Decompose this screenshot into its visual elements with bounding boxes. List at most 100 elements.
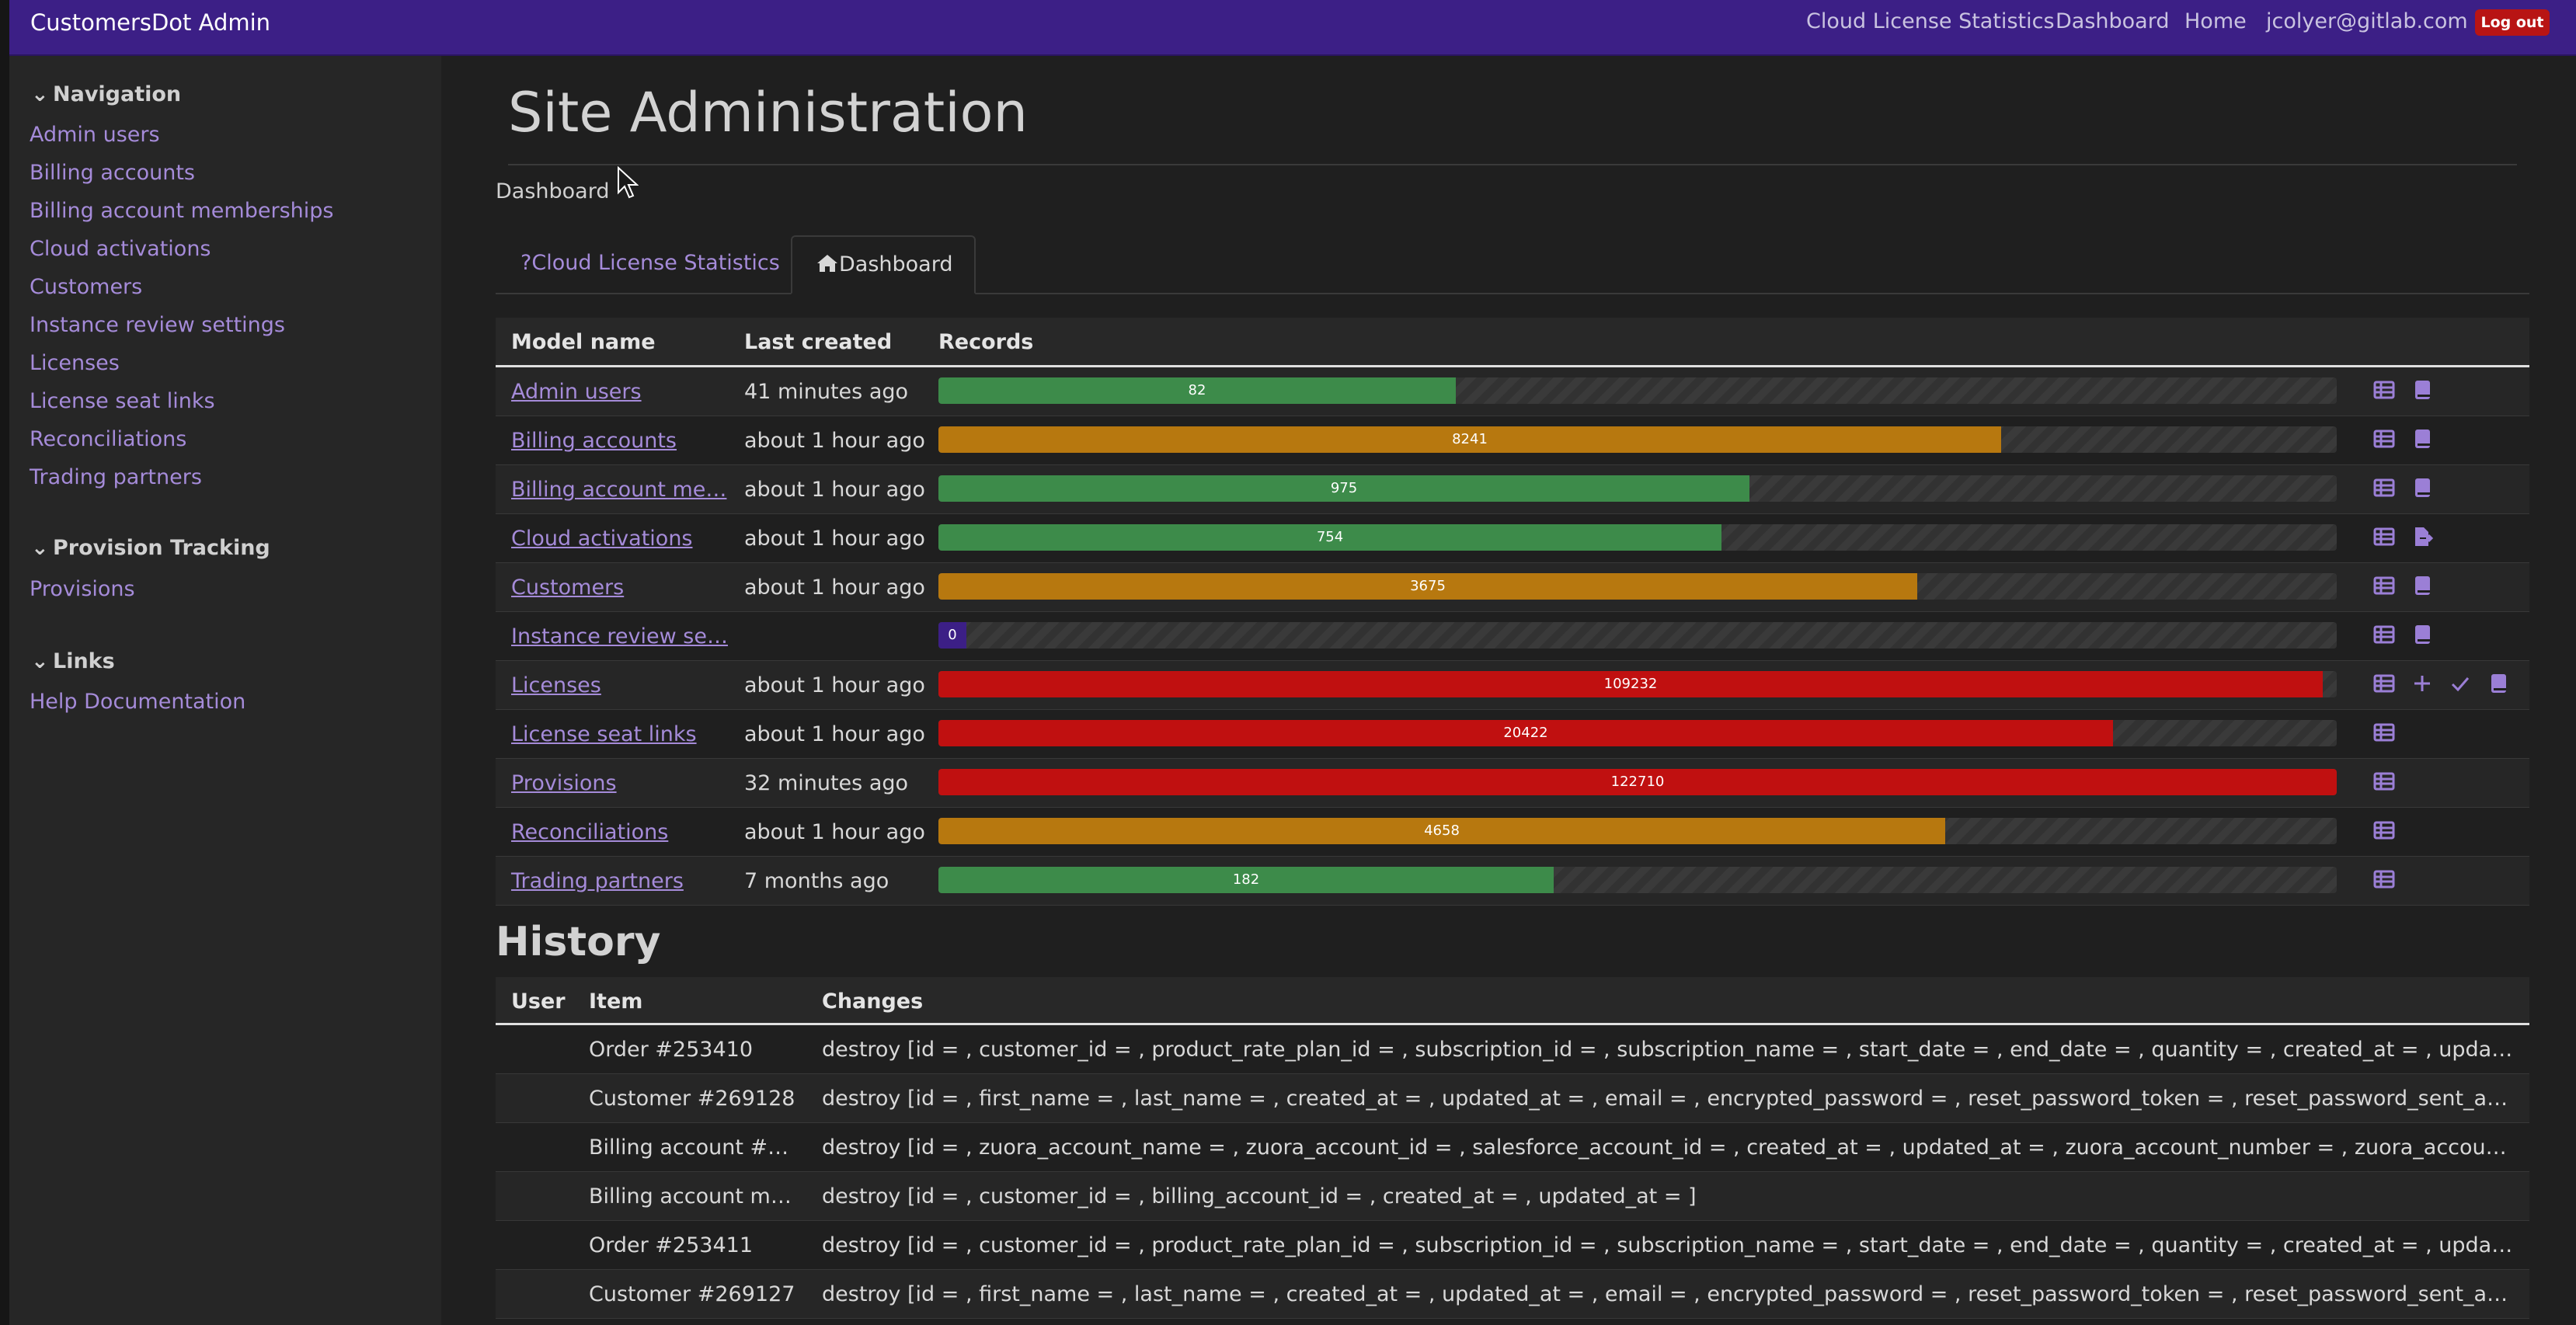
sidebar-item-instance-review-settings[interactable]: Instance review settings (30, 313, 285, 337)
book-icon[interactable] (2411, 476, 2437, 503)
history-changes: destroy [id = , zuora_account_name = , z… (822, 1135, 2515, 1160)
window-edge (0, 0, 9, 1325)
records-progress-bar: 182 (938, 867, 2337, 893)
list-icon[interactable] (2372, 427, 2399, 454)
list-icon[interactable] (2372, 770, 2399, 796)
model-link[interactable]: Provisions (511, 771, 617, 795)
model-link[interactable]: Trading partners (511, 869, 684, 893)
logout-button[interactable]: Log out (2475, 9, 2550, 36)
model-link[interactable]: Cloud activations (511, 527, 693, 551)
sidebar-item-cloud-activations[interactable]: Cloud activations (30, 237, 211, 261)
records-count: 4658 (938, 818, 1945, 844)
sidebar-heading-links[interactable]: ⌄ Links (31, 649, 115, 673)
records-progress-bar: 0 (938, 622, 2337, 649)
model-link[interactable]: Licenses (511, 673, 601, 697)
list-icon[interactable] (2372, 868, 2399, 894)
plus-icon[interactable] (2411, 672, 2437, 698)
last-created-value: about 1 hour ago (744, 576, 925, 600)
table-header: Model name Last created Records (496, 318, 2529, 367)
history-item: Order #253411 (589, 1233, 754, 1257)
file-import-icon[interactable] (2411, 525, 2437, 551)
nav-user-email[interactable]: jcolyer@gitlab.com (2266, 9, 2468, 33)
list-icon[interactable] (2372, 623, 2399, 649)
history-item: Billing account #4… (589, 1135, 799, 1160)
records-progress-bar: 975 (938, 475, 2337, 502)
list-icon[interactable] (2372, 819, 2399, 845)
last-created-value: about 1 hour ago (744, 820, 925, 844)
book-icon[interactable] (2411, 378, 2437, 405)
list-icon[interactable] (2372, 721, 2399, 747)
book-icon[interactable] (2411, 427, 2437, 454)
table-row: License seat links about 1 hour ago 20422 (496, 710, 2529, 759)
last-created-value: about 1 hour ago (744, 527, 925, 551)
column-header-model-name: Model name (511, 330, 656, 354)
records-progress-bar: 3675 (938, 573, 2337, 600)
records-count: 82 (938, 377, 1456, 404)
records-progress-bar: 122710 (938, 769, 2337, 795)
book-icon[interactable] (2411, 574, 2437, 600)
model-link[interactable]: Billing account me… (511, 478, 726, 502)
title-divider (508, 164, 2517, 165)
chevron-down-icon: ⌄ (31, 649, 49, 673)
book-icon[interactable] (2411, 623, 2437, 649)
sidebar-item-billing-account-memberships[interactable]: Billing account memberships (30, 199, 333, 223)
sidebar-item-admin-users[interactable]: Admin users (30, 123, 160, 147)
table-row: Instance review se… 0 (496, 612, 2529, 661)
sidebar-item-provisions[interactable]: Provisions (30, 577, 135, 601)
sidebar-item-customers[interactable]: Customers (30, 275, 142, 299)
sidebar-item-help-documentation[interactable]: Help Documentation (30, 690, 245, 714)
table-row: Billing account me… about 1 hour ago 975 (496, 465, 2529, 514)
table-row: Cloud activations about 1 hour ago 754 (496, 514, 2529, 563)
nav-home[interactable]: Home (2184, 9, 2247, 33)
list-icon[interactable] (2372, 476, 2399, 503)
last-created-value: about 1 hour ago (744, 429, 925, 453)
last-created-value: about 1 hour ago (744, 673, 925, 697)
tab-dashboard[interactable]: Dashboard (791, 235, 976, 294)
sidebar-item-trading-partners[interactable]: Trading partners (30, 465, 202, 489)
sidebar-item-licenses[interactable]: Licenses (30, 351, 120, 375)
list-icon[interactable] (2372, 574, 2399, 600)
sidebar-item-billing-accounts[interactable]: Billing accounts (30, 161, 195, 185)
column-header-item: Item (589, 989, 643, 1014)
records-count: 3675 (938, 573, 1917, 600)
history-item: Customer #269127 (589, 1282, 795, 1306)
chevron-down-icon: ⌄ (31, 536, 49, 560)
model-link[interactable]: Reconciliations (511, 820, 668, 844)
list-icon[interactable] (2372, 525, 2399, 551)
model-link[interactable]: Customers (511, 576, 624, 600)
table-row: Billing accounts about 1 hour ago 8241 (496, 416, 2529, 465)
records-progress-bar: 754 (938, 524, 2337, 551)
sidebar-item-reconciliations[interactable]: Reconciliations (30, 427, 186, 451)
model-link[interactable]: License seat links (511, 722, 697, 746)
model-link[interactable]: Instance review se… (511, 624, 728, 649)
check-icon[interactable] (2449, 672, 2475, 698)
records-count: 0 (938, 622, 966, 649)
nav-dashboard[interactable]: Dashboard (2056, 9, 2169, 33)
table-row: Provisions 32 minutes ago 122710 (496, 759, 2529, 808)
history-changes: destroy [id = , customer_id = , product_… (822, 1038, 2515, 1062)
nav-cloud-license-statistics[interactable]: Cloud License Statistics (1806, 9, 2055, 33)
model-link[interactable]: Billing accounts (511, 429, 677, 453)
list-icon[interactable] (2372, 672, 2399, 698)
table-body: Admin users 41 minutes ago 82 Billing accou… (496, 367, 2529, 906)
history-table: User Item Changes Order #253410 destroy [… (496, 977, 2529, 1319)
sidebar-heading-label: Links (53, 649, 115, 673)
sidebar-item-license-seat-links[interactable]: License seat links (30, 389, 215, 413)
records-progress-bar: 20422 (938, 720, 2337, 746)
history-item: Customer #269128 (589, 1087, 795, 1111)
list-icon[interactable] (2372, 378, 2399, 405)
model-link[interactable]: Admin users (511, 380, 642, 404)
sidebar-heading-label: Provision Tracking (53, 536, 270, 560)
brand-title[interactable]: CustomersDot Admin (30, 9, 270, 36)
history-changes: destroy [id = , customer_id = , billing_… (822, 1184, 1697, 1208)
tab-cloud-license-statistics[interactable]: ?Cloud License Statistics (496, 235, 802, 294)
book-icon[interactable] (2487, 672, 2513, 698)
records-progress-bar: 82 (938, 377, 2337, 404)
records-count: 109232 (938, 671, 2323, 697)
sidebar-heading-navigation[interactable]: ⌄ Navigation (31, 82, 181, 106)
history-changes: destroy [id = , first_name = , last_name… (822, 1087, 2515, 1111)
table-row: Reconciliations about 1 hour ago 4658 (496, 808, 2529, 857)
table-row: Admin users 41 minutes ago 82 (496, 367, 2529, 416)
history-item: Billing account me… (589, 1184, 799, 1208)
sidebar-heading-provision-tracking[interactable]: ⌄ Provision Tracking (31, 536, 270, 560)
